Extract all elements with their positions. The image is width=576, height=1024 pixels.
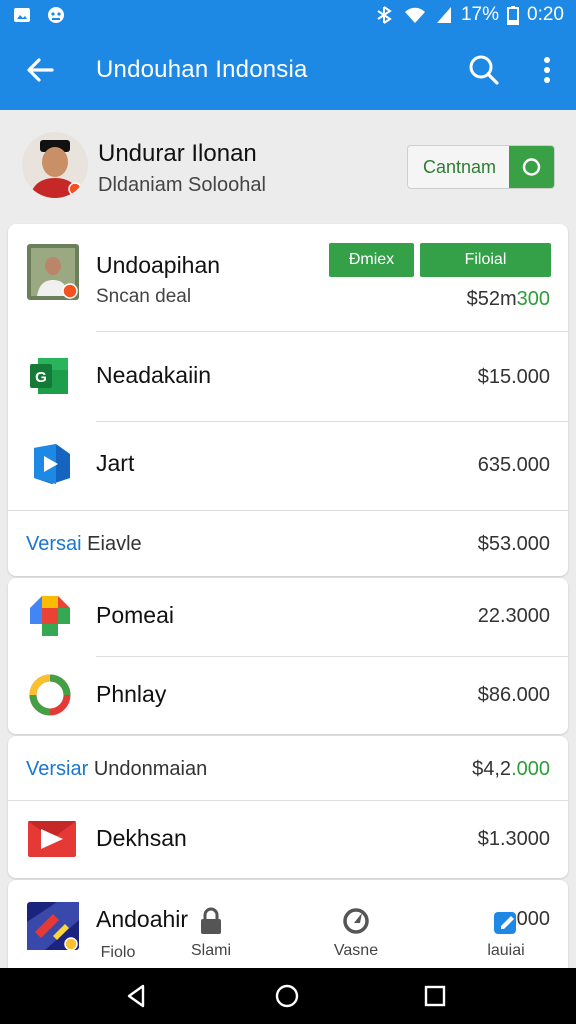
section-price: $4,2.000 xyxy=(472,758,550,781)
sheets-icon: G xyxy=(30,358,68,394)
item-title: Neadakaiin xyxy=(96,362,212,388)
featured-subtitle: Sncan deal xyxy=(96,286,192,307)
profile-name: Undurar Ilonan xyxy=(98,140,257,167)
app-list-card-4: Andoahir 000 Fiolo Slami Vasne lauiai xyxy=(8,880,568,968)
item-price: 635.000 xyxy=(477,454,550,476)
app-list-card-1: Undoapihan Sncan deal Ðmiex Filoial $52m… xyxy=(8,224,568,576)
item-title: Phnlay xyxy=(96,681,167,707)
signal-icon xyxy=(436,7,451,23)
clock: 0:20 xyxy=(527,4,564,25)
section-text: Undonmaian xyxy=(93,758,208,780)
game-thumbnail-icon xyxy=(27,902,79,950)
section-label: Versiar Undonmaian xyxy=(26,758,207,781)
bottom-nav-item-lauiai[interactable]: lauiai xyxy=(476,906,536,960)
list-item[interactable]: Phnlay $86.000 xyxy=(8,657,568,734)
profile-subtitle: Dldaniam Soloohal xyxy=(98,174,266,196)
robot-notification-icon xyxy=(48,7,64,23)
back-arrow-icon[interactable] xyxy=(22,52,58,88)
wifi-icon xyxy=(404,7,425,23)
bluetooth-icon xyxy=(377,6,392,24)
featured-price: $52m300 xyxy=(467,288,550,311)
item-title: Pomeai xyxy=(96,602,174,628)
play-arrow-icon xyxy=(34,444,70,484)
connect-label: Cantnam xyxy=(422,157,497,177)
youtube-play-icon xyxy=(28,821,76,857)
home-circle-icon[interactable] xyxy=(274,983,300,1009)
app-list-card-2: Pomeai 22.3000 Phnlay $86.000 xyxy=(8,578,568,734)
person-avatar-icon xyxy=(22,132,88,198)
featured-button-2[interactable]: Filoial xyxy=(420,243,551,277)
item-title: Andoahir xyxy=(96,906,189,932)
avatar[interactable] xyxy=(22,132,88,198)
item-price: $1.3000 xyxy=(477,828,550,850)
section-row-2[interactable]: Versiar Undonmaian $4,2.000 xyxy=(8,736,568,800)
item-price: $15.000 xyxy=(477,366,550,388)
section-price: $53.000 xyxy=(477,533,550,555)
recents-square-icon[interactable] xyxy=(422,983,448,1009)
item-title: Dekhsan xyxy=(96,825,187,851)
compass-icon xyxy=(343,908,369,934)
battery-percent: 17% xyxy=(460,4,500,25)
list-item-featured[interactable]: Undoapihan Sncan deal Ðmiex Filoial $52m… xyxy=(8,224,568,332)
bottom-nav-item-vasne[interactable]: Vasne xyxy=(326,906,386,960)
item-price: $86.000 xyxy=(477,684,550,706)
app-title: Undouhan Indonsia xyxy=(96,56,308,83)
profile-header: Undurar Ilonan Dldaniam Soloohal Cantnam xyxy=(0,110,576,218)
featured-button-1[interactable]: Ðmiex xyxy=(329,243,414,277)
bottom-nav-item-slami[interactable]: Slami xyxy=(181,906,241,960)
connect-toggle[interactable]: Cantnam xyxy=(407,145,555,189)
svg-text:G: G xyxy=(35,369,47,386)
edit-icon xyxy=(494,912,516,934)
item-title: Jart xyxy=(96,450,135,476)
featured-thumbnail-icon xyxy=(27,244,79,300)
bottom-nav-label: lauiai xyxy=(487,942,525,959)
bottom-nav-item-fiolo[interactable]: Fiolo xyxy=(88,944,148,962)
app-list-card-3: Versiar Undonmaian $4,2.000 Dekhsan $1.3… xyxy=(8,736,568,878)
featured-price-suffix: 300 xyxy=(516,288,550,310)
list-item[interactable]: G Neadakaiin $15.000 xyxy=(8,332,568,422)
circle-icon xyxy=(522,158,541,176)
back-triangle-icon[interactable] xyxy=(124,983,150,1009)
bottom-nav-label: Slami xyxy=(190,942,231,959)
toggle-knob[interactable] xyxy=(509,146,554,188)
app-bar: Undouhan Indonsia xyxy=(0,30,576,110)
featured-price-prefix: $52m xyxy=(466,288,517,310)
system-nav-bar xyxy=(0,968,576,1024)
status-bar: 17% 0:20 xyxy=(0,0,576,30)
bottom-nav-label: Vasne xyxy=(333,942,379,959)
section-text: Eiavle xyxy=(87,533,142,555)
plus-colored-icon xyxy=(30,596,70,636)
bottom-nav-label: Fiolo xyxy=(100,944,136,961)
section-price-prefix: $4,2 xyxy=(472,758,512,780)
section-row-1[interactable]: Versai Eiavle $53.000 xyxy=(8,511,568,576)
section-label: Versai Eiavle xyxy=(26,533,142,556)
section-price-suffix: .000 xyxy=(511,758,550,780)
ring-icon xyxy=(29,674,71,716)
section-accent: Versiar xyxy=(26,758,89,780)
search-icon[interactable] xyxy=(466,52,502,88)
list-item[interactable]: Pomeai 22.3000 xyxy=(8,578,568,656)
section-accent: Versai xyxy=(26,533,82,555)
item-price: 22.3000 xyxy=(477,605,550,627)
more-options-icon[interactable] xyxy=(530,52,564,88)
battery-icon xyxy=(507,6,520,25)
gallery-notification-icon xyxy=(14,8,30,22)
list-item[interactable]: Dekhsan $1.3000 xyxy=(8,801,568,878)
featured-title: Undoapihan xyxy=(96,252,221,278)
lock-icon xyxy=(201,907,221,934)
list-item[interactable]: Jart 635.000 xyxy=(8,422,568,510)
